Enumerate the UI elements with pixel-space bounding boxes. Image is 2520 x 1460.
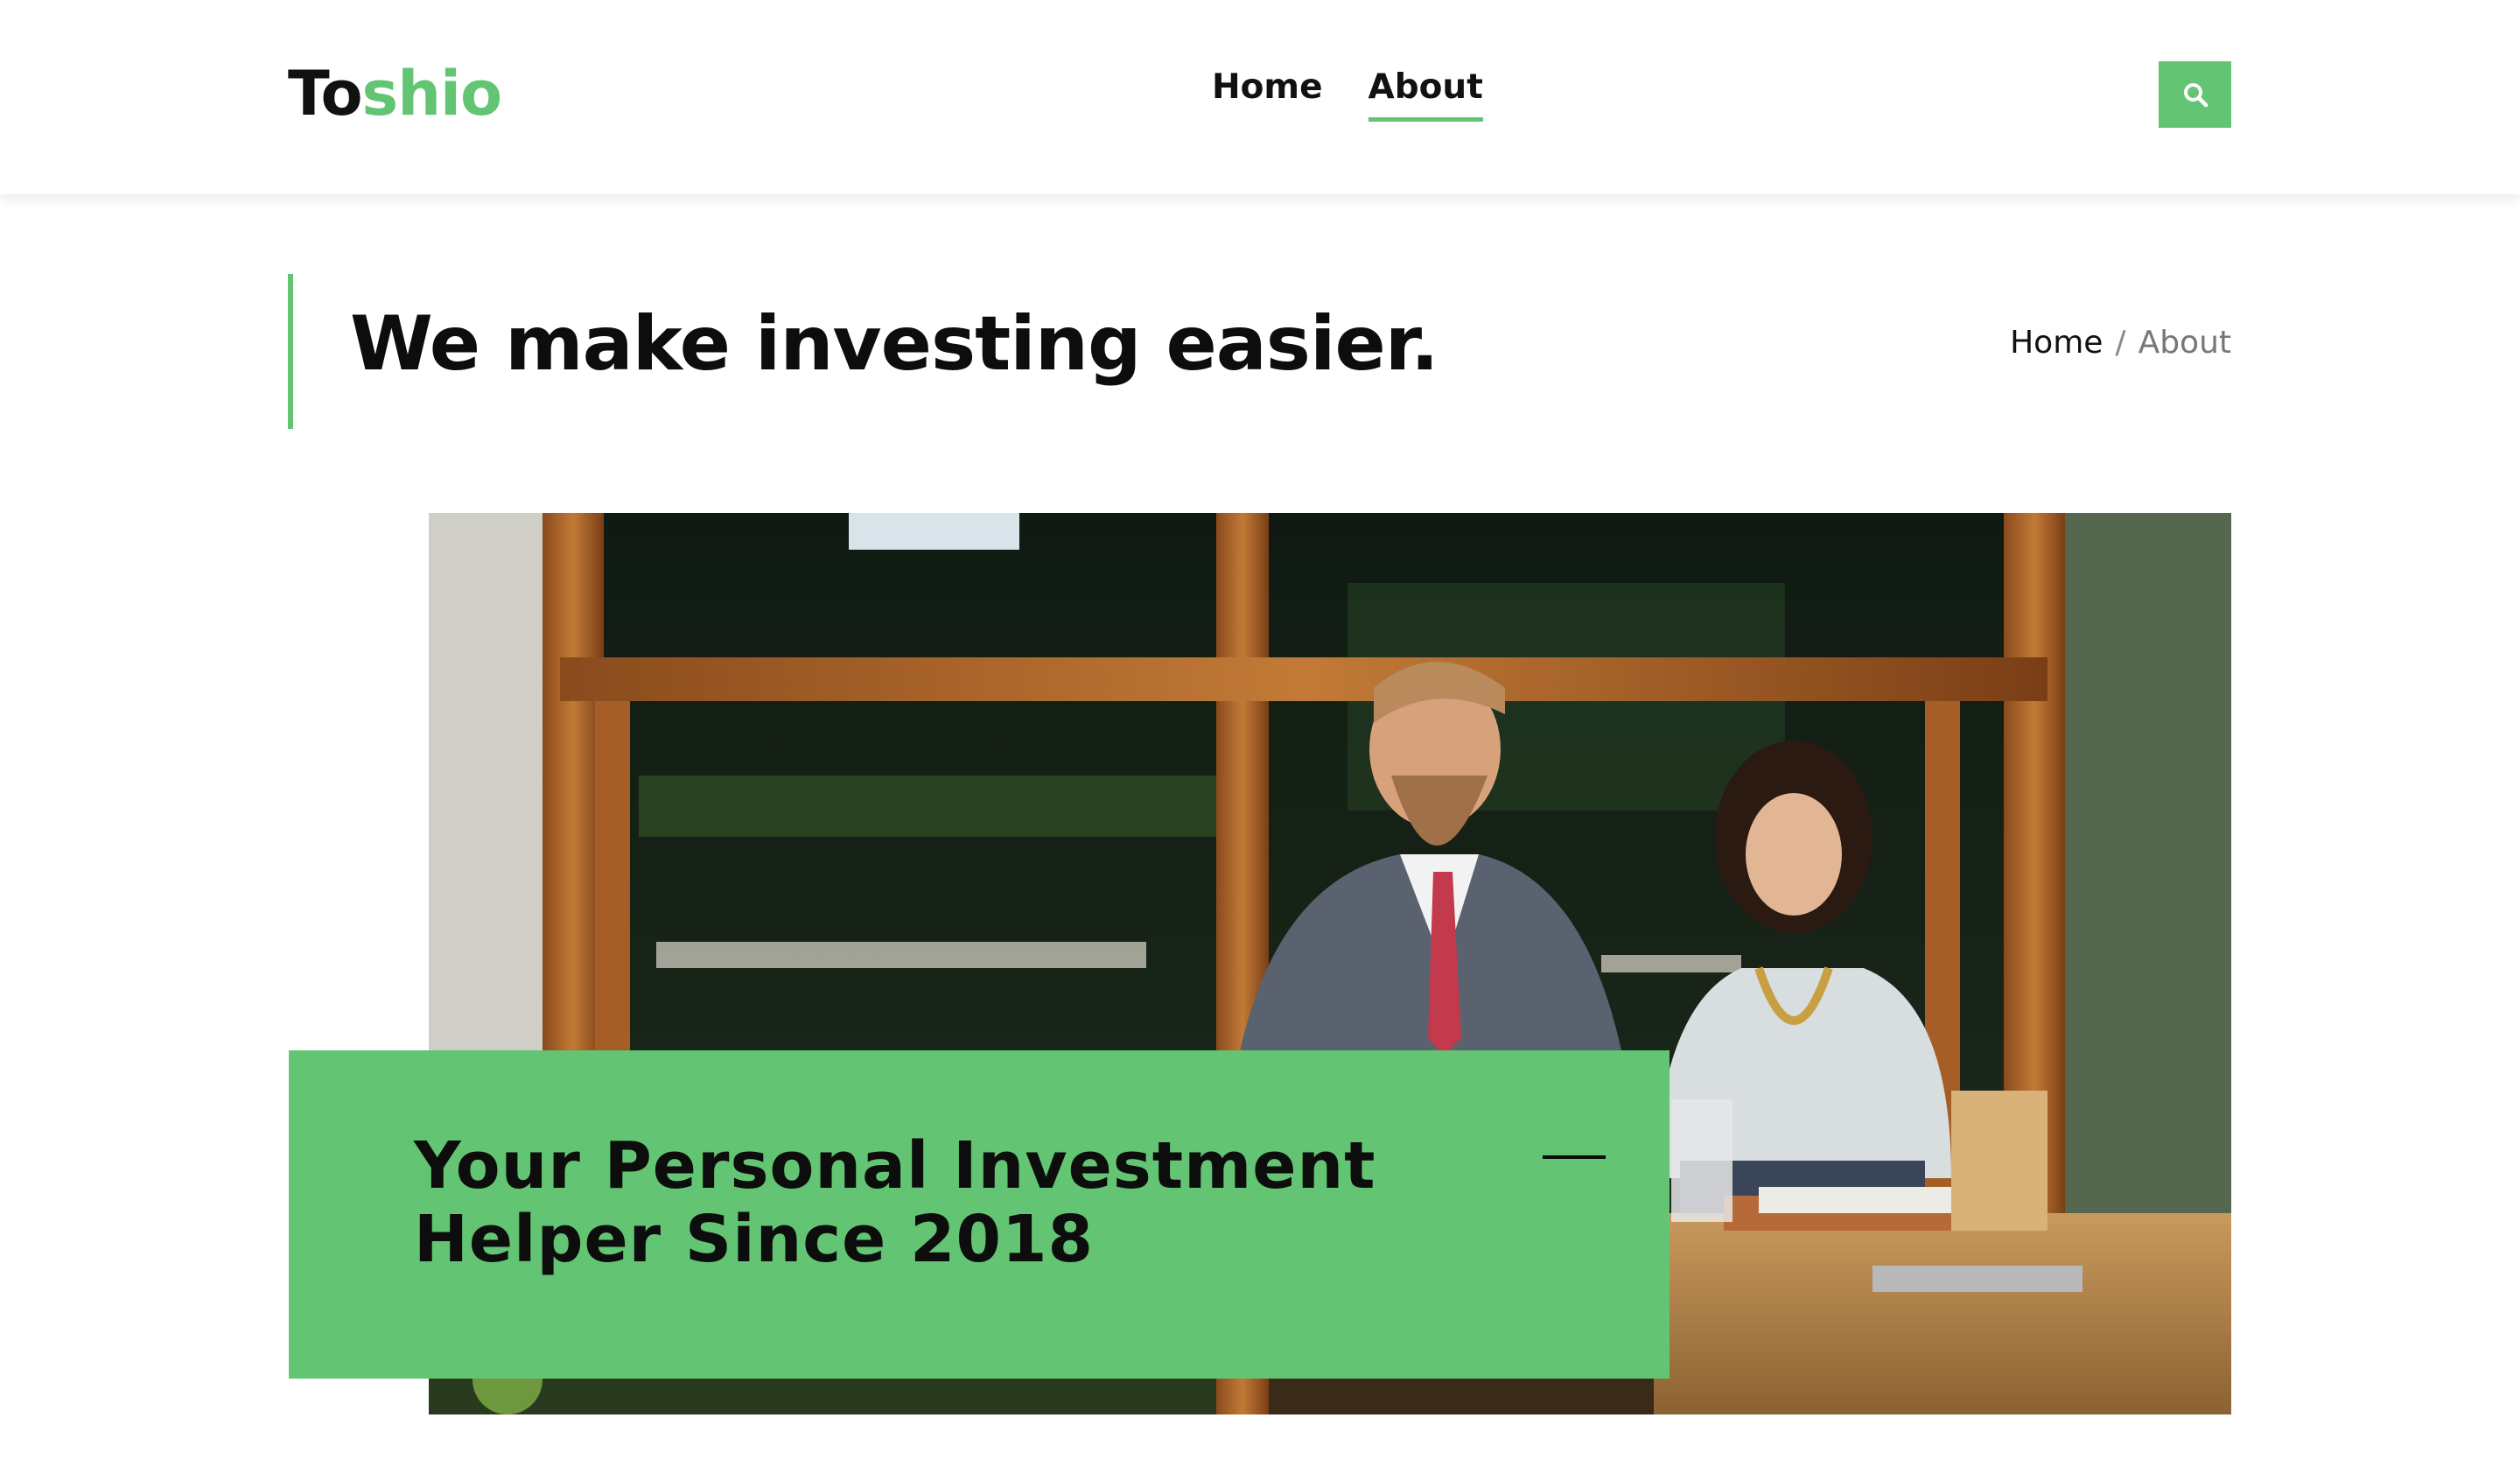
hero-caption-box: Your Personal Investment Helper Since 20… (289, 1050, 1670, 1379)
search-icon (2183, 83, 2208, 108)
nav-item-about[interactable]: About (1368, 63, 1483, 122)
hero-caption: Your Personal Investment Helper Since 20… (414, 1128, 1376, 1277)
breadcrumb: Home / About (2010, 322, 2231, 364)
logo-text-primary: To (288, 58, 363, 130)
page-title: We make investing easier. (350, 300, 1439, 388)
main-nav: Home About (1212, 63, 1483, 122)
logo-text-accent: shio (361, 58, 503, 130)
caption-dash-decoration (1543, 1155, 1606, 1159)
breadcrumb-home-link[interactable]: Home (2010, 322, 2103, 364)
title-accent-bar (288, 274, 293, 429)
site-logo[interactable]: Toshio (288, 54, 503, 133)
breadcrumb-separator: / (2115, 325, 2126, 361)
search-button[interactable] (2159, 61, 2231, 128)
breadcrumb-current: About (2138, 325, 2231, 361)
site-header: Toshio Home About (0, 0, 2520, 194)
nav-item-home[interactable]: Home (1212, 63, 1323, 122)
